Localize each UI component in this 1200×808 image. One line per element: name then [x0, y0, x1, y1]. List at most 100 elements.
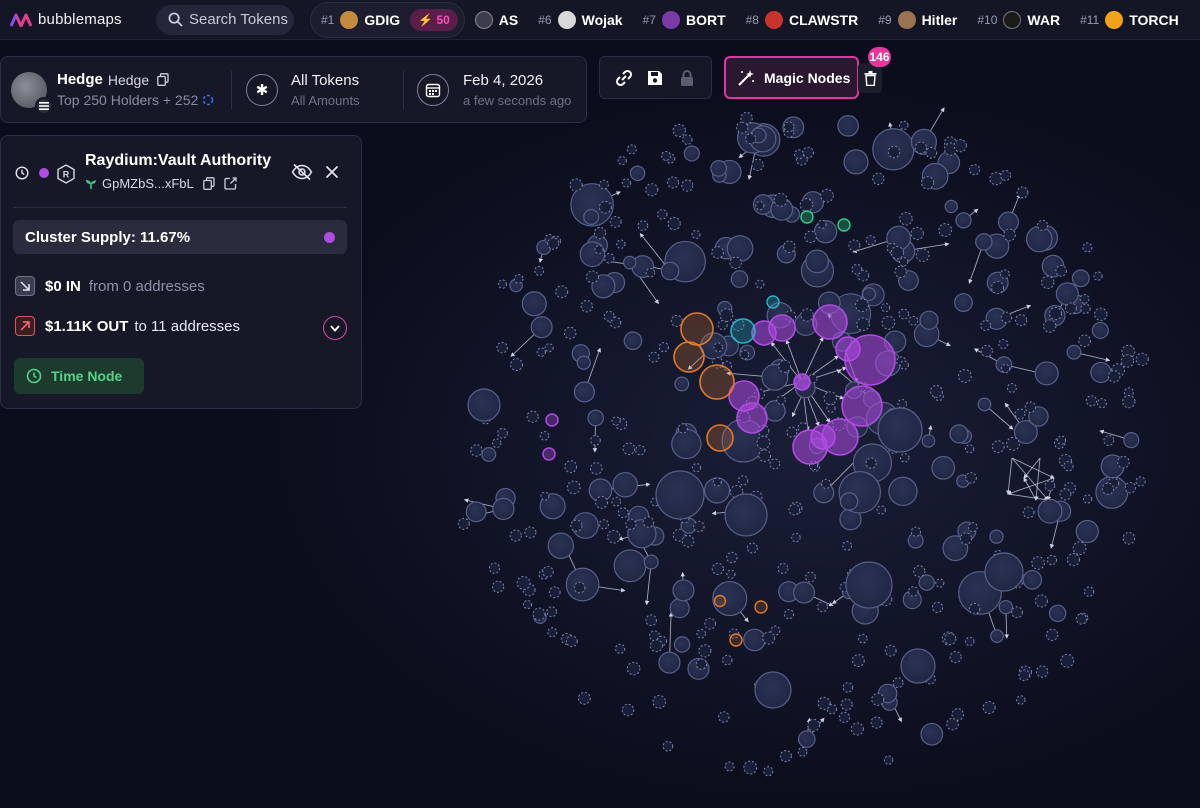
holder-bubble[interactable] [881, 315, 896, 330]
holder-bubble[interactable] [842, 682, 854, 693]
holder-bubble[interactable] [662, 740, 674, 752]
holder-bubble[interactable] [658, 651, 681, 674]
holder-bubble[interactable] [621, 703, 635, 717]
holder-bubble[interactable] [872, 172, 885, 186]
holder-bubble[interactable] [898, 257, 909, 267]
holder-bubble[interactable] [1075, 613, 1088, 625]
holder-bubble[interactable] [826, 403, 836, 413]
boost-badge[interactable]: ⚡ 50 [410, 8, 458, 31]
holder-bubble[interactable] [769, 458, 781, 470]
holder-bubble[interactable] [491, 580, 505, 593]
holder-bubble[interactable] [625, 518, 637, 530]
trending-token[interactable]: #10 WAR [967, 2, 1070, 38]
holder-bubble[interactable] [710, 159, 728, 177]
holder-bubble[interactable] [717, 319, 728, 331]
holder-bubble[interactable] [1085, 395, 1098, 407]
holder-bubble[interactable] [776, 395, 786, 405]
holder-bubble[interactable] [925, 146, 938, 159]
trending-token[interactable]: #8 CLAWSTR [736, 2, 869, 38]
holder-bubble[interactable] [1072, 541, 1087, 556]
holder-bubble[interactable] [613, 549, 647, 583]
holder-bubble[interactable] [544, 343, 554, 353]
holder-bubble[interactable] [817, 601, 829, 613]
asterisk-icon[interactable]: ✱ [246, 74, 278, 106]
holder-bubble[interactable] [645, 614, 657, 627]
brand-logo[interactable]: bubblemaps [10, 11, 150, 28]
holder-bubble[interactable] [492, 497, 515, 521]
holder-bubble[interactable] [669, 598, 690, 619]
holder-bubble[interactable] [910, 226, 924, 241]
holder-bubble[interactable] [726, 569, 736, 579]
holder-bubble[interactable] [1055, 282, 1079, 306]
holder-bubble[interactable] [805, 571, 816, 583]
holder-bubble[interactable] [1035, 665, 1049, 678]
trending-token[interactable]: #9 Hitler [868, 2, 967, 38]
holder-bubble[interactable] [573, 581, 586, 594]
holder-bubble[interactable] [887, 145, 901, 159]
holder-bubble[interactable] [1000, 269, 1010, 280]
holder-bubble[interactable] [1078, 334, 1091, 348]
holder-bubble[interactable] [569, 178, 583, 192]
holder-bubble[interactable] [1014, 408, 1026, 420]
holder-bubble[interactable] [542, 566, 554, 578]
holder-bubble[interactable] [623, 331, 643, 351]
holder-bubble[interactable] [713, 342, 724, 353]
holder-bubble[interactable] [817, 696, 831, 710]
holder-bubble[interactable] [888, 476, 918, 507]
holder-bubble[interactable] [547, 627, 558, 638]
holder-bubble[interactable] [894, 265, 907, 278]
holder-bubble[interactable] [711, 562, 724, 575]
magic-nodes-button[interactable]: Magic Nodes [724, 56, 859, 99]
holder-bubble[interactable] [1107, 370, 1121, 383]
holder-bubble[interactable] [1006, 382, 1017, 393]
holder-bubble[interactable] [590, 435, 601, 446]
holder-bubble[interactable] [573, 381, 595, 403]
holder-bubble[interactable] [1015, 314, 1028, 327]
holder-bubble[interactable] [1011, 606, 1023, 619]
holder-bubble[interactable] [998, 599, 1014, 615]
holder-bubble[interactable] [491, 438, 502, 448]
holder-bubble[interactable] [783, 240, 796, 253]
holder-bubble[interactable] [919, 310, 939, 330]
holder-bubble[interactable] [593, 226, 607, 240]
holder-bubble[interactable] [652, 694, 667, 709]
holder-bubble[interactable] [951, 708, 964, 721]
holder-bubble[interactable] [698, 644, 712, 658]
holder-bubble[interactable] [645, 267, 656, 278]
holder-bubble[interactable] [899, 360, 909, 370]
holder-bubble[interactable] [736, 402, 768, 434]
holder-bubble[interactable] [797, 747, 808, 757]
external-link-icon[interactable] [224, 177, 237, 190]
holder-bubble[interactable] [655, 470, 705, 520]
holder-bubble[interactable] [914, 141, 928, 154]
trending-token[interactable]: #11 TORCH [1070, 2, 1189, 38]
holder-bubble[interactable] [865, 457, 877, 469]
holder-bubble[interactable] [783, 609, 795, 620]
holder-bubble[interactable] [712, 477, 722, 487]
holder-bubble[interactable] [621, 178, 632, 188]
holder-bubble[interactable] [883, 755, 894, 765]
holder-bubble[interactable] [920, 176, 935, 190]
time-node-button[interactable]: Time Node [14, 358, 144, 394]
holder-bubble[interactable] [534, 265, 545, 276]
holder-bubble[interactable] [693, 520, 705, 533]
holder-bubble[interactable] [594, 244, 604, 255]
holder-bubble[interactable] [957, 369, 972, 383]
holder-bubble[interactable] [1135, 352, 1149, 366]
holder-bubble[interactable] [754, 671, 792, 709]
holder-bubble[interactable] [1066, 344, 1082, 360]
holder-bubble[interactable] [884, 644, 897, 657]
holder-bubble[interactable] [1066, 553, 1081, 567]
holder-bubble[interactable] [724, 493, 768, 537]
holder-bubble[interactable] [871, 692, 885, 706]
search-tokens-button[interactable]: Search Tokens [156, 4, 294, 35]
holder-bubble[interactable] [967, 522, 978, 533]
holder-bubble[interactable] [566, 480, 581, 495]
holder-bubble[interactable] [1082, 494, 1093, 504]
holder-bubble[interactable] [673, 636, 691, 653]
holder-bubble[interactable] [777, 562, 789, 574]
holder-bubble[interactable] [635, 445, 646, 456]
close-icon[interactable] [325, 165, 339, 179]
clock-icon[interactable] [15, 166, 29, 180]
holder-bubble[interactable] [730, 318, 756, 344]
